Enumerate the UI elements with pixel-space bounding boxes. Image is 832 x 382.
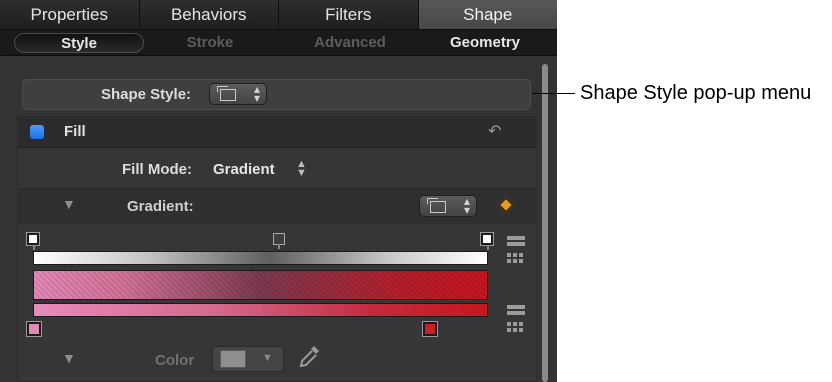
fill-enable-checkbox[interactable] — [30, 125, 44, 139]
document-preset-icon — [427, 198, 446, 213]
scrollbar-thumb[interactable] — [542, 64, 548, 382]
color-gradient-bar[interactable] — [33, 303, 488, 317]
subtab-stroke[interactable]: Stroke — [150, 33, 270, 53]
document-preset-icon — [217, 86, 236, 101]
chevron-down-icon[interactable]: ▼ — [262, 352, 273, 364]
up-down-arrows-icon: ▴ ▾ — [463, 194, 470, 217]
color-stop-right[interactable] — [422, 321, 438, 337]
callout-label: Shape Style pop-up menu — [580, 82, 812, 104]
shape-style-popup-menu[interactable]: ▴ ▾ — [209, 83, 267, 105]
shape-style-label: Shape Style: — [101, 86, 192, 103]
fill-mode-popup[interactable]: Gradient — [213, 161, 275, 178]
eyedropper-icon[interactable] — [297, 344, 321, 372]
gradient-label: Gradient: — [127, 198, 194, 215]
tab-properties[interactable]: Properties — [0, 0, 140, 29]
tab-shape[interactable]: Shape — [418, 0, 557, 29]
fill-mode-label: Fill Mode: — [122, 161, 192, 178]
subtab-geometry[interactable]: Geometry — [420, 33, 550, 53]
opacity-bar-toggle-icon[interactable] — [507, 236, 525, 250]
disclosure-triangle-icon[interactable]: ▼ — [62, 350, 76, 366]
color-bar-toggle-icon[interactable] — [507, 305, 525, 319]
up-down-arrows-icon: ▴ ▾ — [253, 82, 260, 105]
fill-header — [17, 116, 537, 148]
reset-arrow-icon[interactable]: ↶ — [488, 121, 501, 141]
opacity-stop-right[interactable] — [480, 232, 494, 250]
color-bar-dots-icon[interactable] — [507, 322, 525, 336]
opacity-stop-left[interactable] — [26, 232, 40, 250]
color-label: Color — [155, 352, 195, 369]
gradient-preset-popup-menu[interactable]: ▴ ▾ — [419, 195, 477, 217]
subtab-style[interactable]: Style — [14, 33, 144, 53]
opacity-bar-dots-icon[interactable] — [507, 253, 525, 267]
subtab-advanced[interactable]: Advanced — [280, 33, 420, 53]
opacity-gradient-bar[interactable] — [33, 251, 488, 265]
up-down-arrows-icon[interactable]: ▲ ▼ — [296, 159, 307, 179]
shape-subtabs: Style Stroke Advanced Geometry — [0, 30, 557, 56]
disclosure-triangle-icon[interactable]: ▼ — [62, 196, 76, 212]
fill-label: Fill — [64, 123, 86, 140]
inspector-panel: Properties Behaviors Filters Shape Style… — [0, 0, 557, 382]
tab-filters[interactable]: Filters — [279, 0, 419, 29]
color-stop-left[interactable] — [26, 321, 42, 337]
gradient-preview-bar — [33, 270, 488, 300]
opacity-stop-midpoint[interactable] — [273, 233, 285, 249]
color-swatch[interactable] — [220, 350, 246, 368]
callout-line — [533, 93, 575, 94]
inspector-tabs: Properties Behaviors Filters Shape — [0, 0, 557, 30]
shape-style-row — [22, 79, 531, 110]
tab-behaviors[interactable]: Behaviors — [139, 0, 279, 29]
fill-group — [17, 116, 537, 382]
